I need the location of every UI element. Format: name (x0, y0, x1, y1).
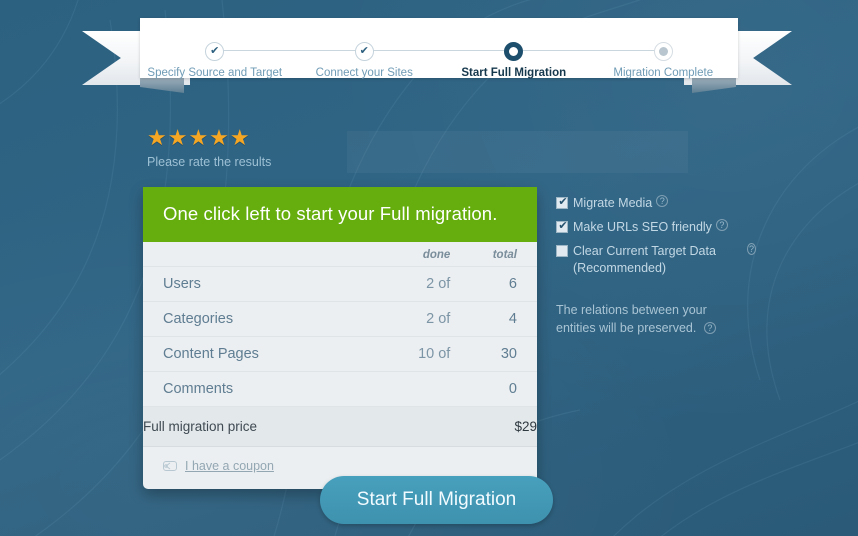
cell-entity-total: 30 (450, 336, 537, 372)
help-icon[interactable]: ? (656, 195, 669, 207)
table-row: Comments 0 (143, 371, 537, 407)
wizard-step-migration-complete[interactable]: Migration Complete (513, 18, 739, 79)
check-icon: ✔ (359, 45, 369, 57)
option-label: Migrate Media (573, 196, 653, 210)
step-connector (513, 50, 664, 51)
step-status-pending-icon (653, 42, 673, 61)
option-label: Make URLs SEO friendly (573, 219, 712, 234)
relations-note-text: The relations between your entities will… (556, 303, 707, 336)
step-status-active-icon (504, 42, 524, 61)
cell-entity-done: 2 of (347, 266, 451, 302)
price-label: Full migration price (143, 406, 451, 447)
cell-entity-name: Categories (143, 301, 348, 337)
migration-entities-table: done total Users 2 of 6 Categories 2 of … (143, 242, 537, 447)
table-row: Users 2 of 6 (143, 266, 537, 302)
cell-entity-total: 6 (450, 266, 537, 302)
help-icon[interactable]: ? (703, 322, 716, 335)
migration-wizard-page: ✔ Specify Source and Target ✔ Connect yo… (0, 0, 858, 536)
wizard-step-connect-your-sites[interactable]: ✔ Connect your Sites (214, 18, 440, 79)
column-header-done: done (347, 242, 451, 267)
wizard-step-specify-source-and-target[interactable]: ✔ Specify Source and Target (140, 18, 290, 79)
cell-entity-total: 0 (450, 371, 537, 407)
step-label: Start Full Migration (461, 67, 567, 79)
table-row: Content Pages 10 of 30 (143, 336, 537, 372)
option-migrate-media[interactable]: Migrate Media ? (556, 195, 756, 212)
step-status-done-icon: ✔ (354, 42, 374, 61)
cell-entity-done (347, 371, 451, 407)
cell-entity-name: Comments (143, 371, 348, 407)
wizard-steps: ✔ Specify Source and Target ✔ Connect yo… (140, 18, 739, 79)
checkbox-clear-current-target-data[interactable] (556, 244, 568, 257)
option-label: Clear Current Target Data (Recommended) (573, 243, 716, 275)
step-status-done-icon: ✔ (205, 42, 225, 61)
empty-panel (347, 131, 688, 173)
step-label: Migration Complete (613, 67, 714, 79)
ribbon-panel: ✔ Specify Source and Target ✔ Connect yo… (140, 18, 739, 79)
table-row: Categories 2 of 4 (143, 301, 537, 337)
dot-icon (658, 47, 668, 56)
help-icon[interactable]: ? (746, 242, 756, 255)
check-icon: ✔ (210, 45, 220, 57)
ribbon-fold-right (692, 78, 736, 93)
column-header-total: total (450, 242, 537, 267)
option-make-urls-seo-friendly[interactable]: Make URLs SEO friendly ? (556, 218, 756, 236)
table-header-row: done total (143, 242, 537, 267)
step-label: Connect your Sites (315, 67, 413, 79)
help-icon[interactable]: ? (715, 218, 728, 231)
start-full-migration-button[interactable]: Start Full Migration (320, 476, 553, 524)
relations-note: The relations between your entities will… (556, 301, 741, 337)
step-connector (364, 50, 514, 51)
checkbox-make-urls-seo-friendly[interactable] (556, 219, 569, 233)
progress-ribbon: ✔ Specify Source and Target ✔ Connect yo… (0, 18, 858, 93)
step-connector (214, 50, 365, 51)
migration-options: Migrate Media ? Make URLs SEO friendly ?… (556, 195, 756, 284)
coupon-tag-icon (163, 460, 177, 471)
cell-entity-done: 2 of (347, 301, 451, 337)
cell-entity-total: 4 (450, 301, 537, 337)
coupon-link[interactable]: I have a coupon (185, 459, 274, 473)
cell-entity-name: Content Pages (143, 336, 348, 372)
ribbon-fold-left (140, 78, 184, 93)
checkbox-migrate-media[interactable] (556, 195, 569, 209)
option-clear-current-target-data[interactable]: Clear Current Target Data (Recommended) … (556, 242, 756, 277)
wizard-step-start-full-migration[interactable]: Start Full Migration (364, 18, 589, 79)
cell-entity-name: Users (143, 266, 348, 302)
column-header-name (143, 242, 348, 267)
cell-entity-done: 10 of (347, 336, 451, 372)
price-value: $29 (450, 406, 537, 447)
rating-caption: Please rate the results (147, 155, 272, 169)
migration-summary-card: One click left to start your Full migrat… (143, 187, 537, 489)
rating-widget[interactable]: ★★★★★ Please rate the results (147, 127, 272, 170)
star-rating-icons[interactable]: ★★★★★ (147, 127, 271, 149)
step-label: Specify Source and Target (147, 67, 283, 79)
price-row: Full migration price $29 (143, 406, 537, 447)
card-header-title: One click left to start your Full migrat… (143, 187, 537, 242)
